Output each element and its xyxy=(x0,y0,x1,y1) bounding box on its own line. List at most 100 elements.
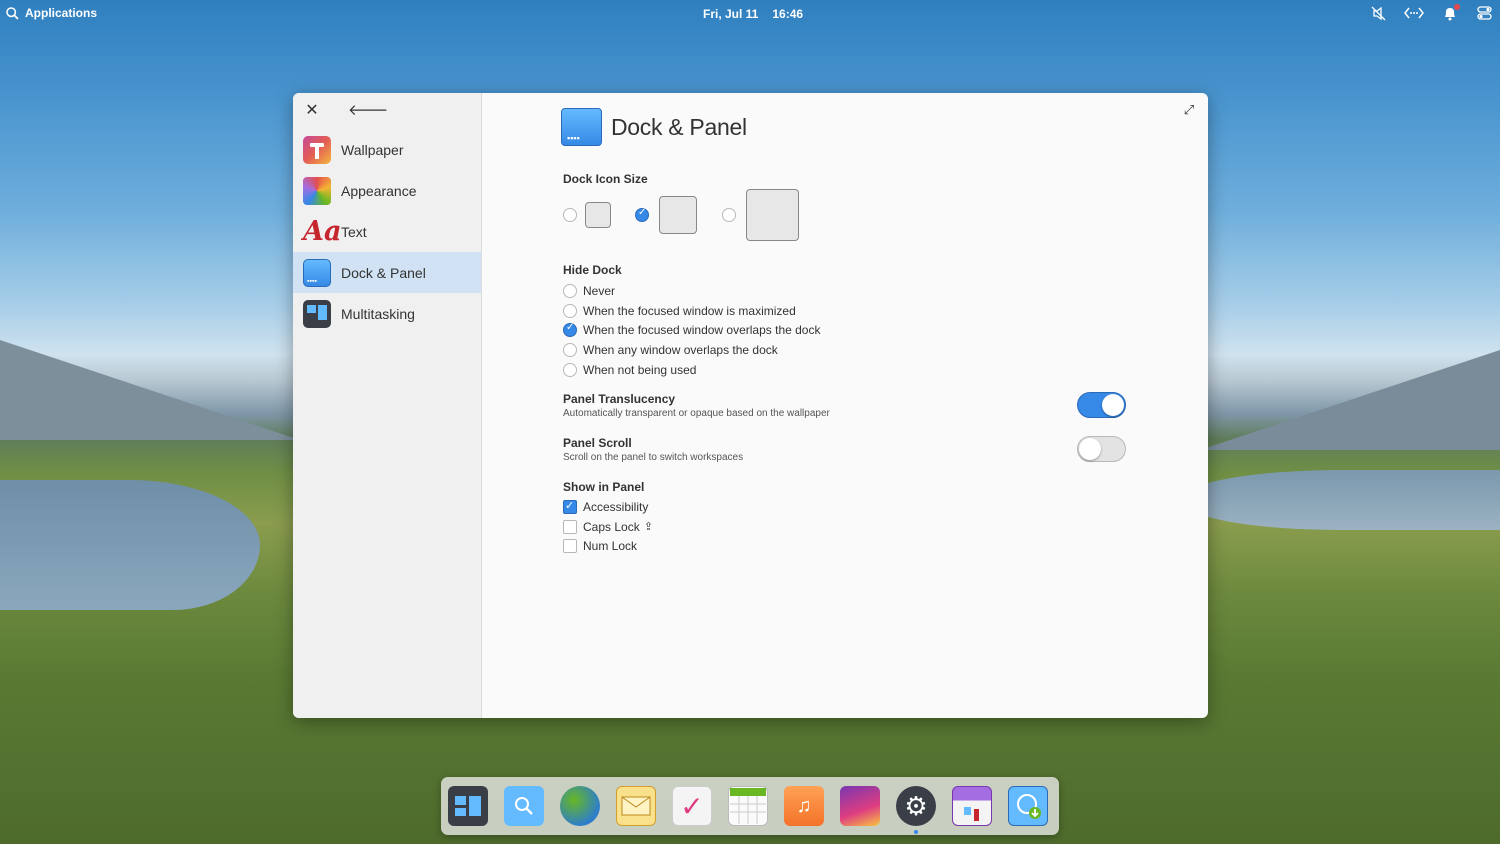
hide-dock-never-option[interactable]: Never xyxy=(563,281,820,301)
show-in-panel-options: Accessibility Caps Lock ⇪ Num Lock xyxy=(563,497,653,556)
network-wired-icon[interactable] xyxy=(1404,5,1424,21)
option-label: Accessibility xyxy=(583,499,649,514)
close-icon[interactable]: ✕ xyxy=(304,102,320,120)
page-title: Dock & Panel xyxy=(611,113,747,140)
radio-button[interactable] xyxy=(563,303,577,318)
applications-label: Applications xyxy=(25,6,98,20)
option-label: Never xyxy=(583,283,616,298)
session-toggles-icon[interactable] xyxy=(1476,5,1492,21)
hide-dock-label: Hide Dock xyxy=(563,263,622,277)
multitasking-icon xyxy=(303,299,331,328)
running-indicator xyxy=(914,830,918,834)
num-lock-option[interactable]: Num Lock xyxy=(563,536,653,556)
radio-button[interactable] xyxy=(563,362,577,377)
option-label: Caps Lock xyxy=(583,519,640,534)
mail-icon[interactable] xyxy=(616,786,656,826)
sidebar: ✕ 🡐 Wallpaper Appearance Aa Text Dock & … xyxy=(293,93,482,718)
panel-translucency-row: Panel Translucency Automatically transpa… xyxy=(563,392,1126,422)
appcenter-icon[interactable] xyxy=(952,786,992,826)
sidebar-item-label: Dock & Panel xyxy=(341,264,426,281)
hide-dock-any-overlap-option[interactable]: When any window overlaps the dock xyxy=(563,340,820,360)
search-icon xyxy=(6,6,19,20)
show-in-panel-label: Show in Panel xyxy=(563,480,645,494)
installer-icon[interactable] xyxy=(1008,786,1048,826)
option-label: Num Lock xyxy=(583,539,638,554)
icon-size-medium-preview xyxy=(659,196,697,234)
sidebar-item-label: Multitasking xyxy=(341,305,415,322)
switch-knob xyxy=(1079,438,1101,460)
indicator-tray xyxy=(1370,4,1492,21)
option-label: When the focused window is maximized xyxy=(583,303,796,318)
notifications-icon[interactable] xyxy=(1442,4,1460,21)
time-label: 16:46 xyxy=(772,7,804,21)
radio-button[interactable] xyxy=(563,322,577,338)
dock-panel-icon xyxy=(303,258,331,287)
photos-icon[interactable] xyxy=(840,786,880,826)
dock: ✓ ♫ ⚙ xyxy=(441,777,1059,835)
caps-lock-icon: ⇪ xyxy=(643,521,653,534)
files-icon[interactable] xyxy=(504,786,544,826)
appearance-icon xyxy=(303,176,331,205)
sound-muted-icon[interactable] xyxy=(1370,5,1386,21)
icon-size-large-radio[interactable] xyxy=(722,208,736,222)
system-settings-window: ✕ 🡐 Wallpaper Appearance Aa Text Dock & … xyxy=(293,93,1208,718)
icon-size-large-option[interactable] xyxy=(722,189,799,241)
dock-panel-icon xyxy=(561,108,602,146)
system-settings-icon[interactable]: ⚙ xyxy=(896,786,936,834)
checkbox[interactable] xyxy=(563,539,577,554)
panel-scroll-switch[interactable] xyxy=(1077,436,1126,462)
web-browser-icon[interactable] xyxy=(560,786,600,826)
calendar-icon[interactable] xyxy=(728,786,768,826)
music-icon[interactable]: ♫ xyxy=(784,786,824,826)
sidebar-item-label: Wallpaper xyxy=(341,141,404,158)
accessibility-option[interactable]: Accessibility xyxy=(563,497,653,517)
hide-dock-not-used-option[interactable]: When not being used xyxy=(563,360,820,380)
wallpaper-icon xyxy=(303,135,331,164)
option-label: When any window overlaps the dock xyxy=(583,342,778,357)
sidebar-item-wallpaper[interactable]: Wallpaper xyxy=(293,129,481,170)
multitasking-view-icon[interactable] xyxy=(448,786,488,826)
maximize-icon[interactable]: ⤢ xyxy=(1182,103,1196,117)
panel-scroll-subtitle: Scroll on the panel to switch workspaces xyxy=(563,452,744,463)
wallpaper-mountain-left xyxy=(0,340,300,440)
top-panel: Applications Fri, Jul 11 16:46 xyxy=(0,0,1500,28)
datetime-indicator[interactable]: Fri, Jul 11 16:46 xyxy=(703,7,803,21)
hide-dock-options: Never When the focused window is maximiz… xyxy=(563,281,820,379)
notification-badge xyxy=(1454,4,1460,10)
hide-dock-maximized-option[interactable]: When the focused window is maximized xyxy=(563,301,820,321)
sidebar-item-appearance[interactable]: Appearance xyxy=(293,170,481,211)
icon-size-medium-radio[interactable] xyxy=(635,207,649,222)
hide-dock-focused-overlap-option[interactable]: When the focused window overlaps the doc… xyxy=(563,320,820,340)
back-arrow-icon[interactable]: 🡐 xyxy=(348,102,388,120)
radio-button[interactable] xyxy=(563,283,577,298)
panel-translucency-switch[interactable] xyxy=(1077,392,1126,418)
icon-size-large-preview xyxy=(746,189,799,241)
panel-scroll-title: Panel Scroll xyxy=(563,436,632,450)
applications-menu[interactable]: Applications xyxy=(6,6,97,20)
wallpaper-lake-left xyxy=(0,480,260,610)
panel-scroll-row: Panel Scroll Scroll on the panel to swit… xyxy=(563,436,1126,466)
date-label: Fri, Jul 11 xyxy=(703,7,759,21)
icon-size-small-option[interactable] xyxy=(563,189,611,241)
wallpaper-lake-right xyxy=(1180,470,1500,530)
sidebar-item-multitasking[interactable]: Multitasking xyxy=(293,293,481,334)
radio-button[interactable] xyxy=(563,342,577,357)
sidebar-item-label: Text xyxy=(341,223,367,240)
text-icon: Aa xyxy=(303,215,342,247)
sidebar-item-dock-panel[interactable]: Dock & Panel xyxy=(293,252,481,293)
checkbox[interactable] xyxy=(563,519,577,534)
tasks-icon[interactable]: ✓ xyxy=(672,786,712,826)
settings-content: ⤢ Dock & Panel Dock Icon Size Hide Dock xyxy=(483,93,1208,718)
option-label: When not being used xyxy=(583,362,697,377)
caps-lock-option[interactable]: Caps Lock ⇪ xyxy=(563,517,653,537)
icon-size-medium-option[interactable] xyxy=(635,189,697,241)
dock-icon-size-label: Dock Icon Size xyxy=(563,172,648,186)
page-header: Dock & Panel xyxy=(561,108,747,146)
checkbox[interactable] xyxy=(563,499,577,514)
icon-size-small-preview xyxy=(585,202,611,228)
switch-knob xyxy=(1102,394,1124,416)
icon-size-small-radio[interactable] xyxy=(563,208,577,222)
sidebar-item-text[interactable]: Aa Text xyxy=(293,211,481,252)
sidebar-header: ✕ 🡐 xyxy=(293,93,481,129)
panel-translucency-subtitle: Automatically transparent or opaque base… xyxy=(563,408,830,419)
